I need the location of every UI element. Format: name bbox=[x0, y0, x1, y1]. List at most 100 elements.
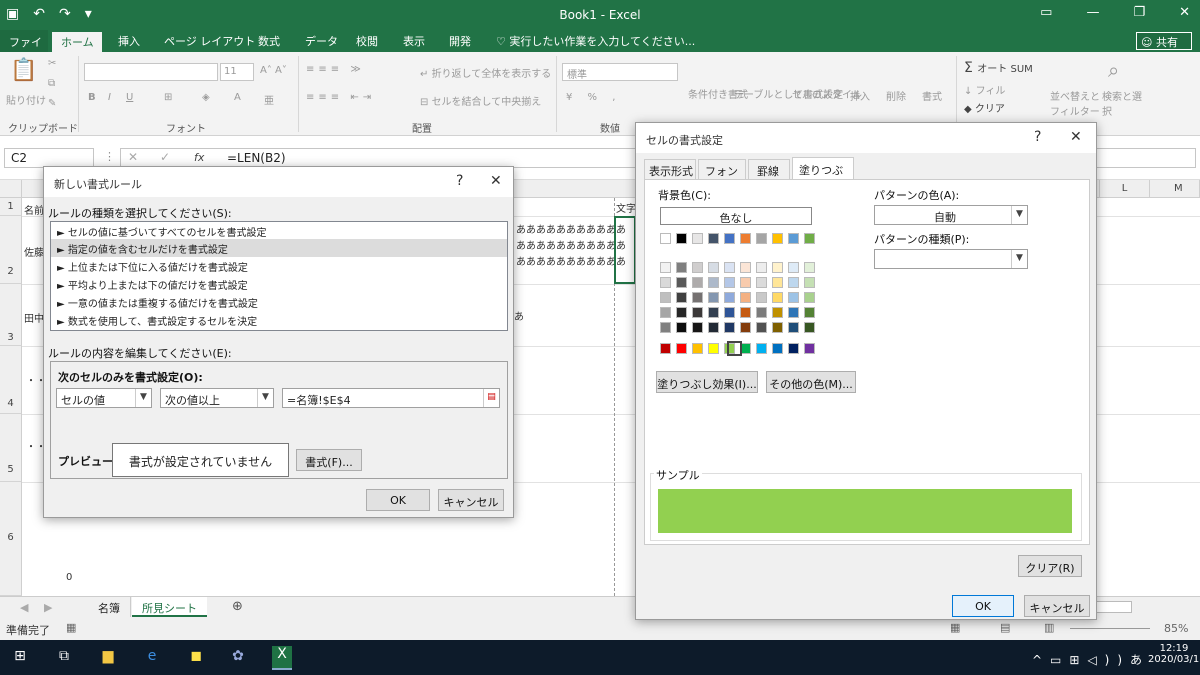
tell-me-box[interactable]: ♡ 実行したい作業を入力してください... bbox=[496, 33, 695, 49]
scroll-tabs-right-icon[interactable]: ▶ bbox=[44, 601, 52, 614]
color-swatch[interactable] bbox=[756, 233, 767, 244]
insert-cells-button[interactable]: 挿入 bbox=[850, 88, 870, 103]
color-swatch[interactable] bbox=[708, 262, 719, 273]
tab-view[interactable]: 表示 bbox=[403, 33, 425, 49]
standard-color-swatch[interactable] bbox=[788, 343, 799, 354]
color-palette[interactable] bbox=[660, 233, 820, 343]
color-swatch[interactable] bbox=[724, 322, 735, 333]
color-swatch[interactable] bbox=[660, 322, 671, 333]
paint-icon[interactable]: ✿ bbox=[228, 648, 248, 668]
rule-type-list[interactable]: ► セルの値に基づいてすべてのセルを書式設定 ► 指定の値を含むセルだけを書式設… bbox=[50, 221, 508, 331]
color-swatch[interactable] bbox=[772, 277, 783, 288]
tab-fill[interactable]: 塗りつぶし bbox=[792, 157, 854, 193]
task-view-icon[interactable]: ⧉ bbox=[54, 648, 74, 668]
row-header-3[interactable]: 3 bbox=[0, 284, 22, 346]
sheet-tab-remarks[interactable]: 所見シート bbox=[132, 597, 207, 617]
color-swatch[interactable] bbox=[692, 277, 703, 288]
scroll-tabs-left-icon[interactable]: ◀ bbox=[20, 601, 28, 614]
rule-type-item[interactable]: ► 平均より上または下の値だけを書式設定 bbox=[51, 275, 507, 293]
cell-a2[interactable]: 佐藤 bbox=[24, 244, 44, 259]
pattern-color-select[interactable]: 自動 ▼ bbox=[874, 205, 1028, 225]
standard-color-swatch[interactable] bbox=[676, 343, 687, 354]
standard-color-swatch[interactable] bbox=[660, 343, 671, 354]
format-cells-button[interactable]: 書式 bbox=[922, 88, 942, 103]
sheet-tab-roster[interactable]: 名簿 bbox=[88, 597, 131, 617]
fill-effects-button[interactable]: 塗りつぶし効果(I)... bbox=[656, 371, 758, 393]
align-top-icons[interactable]: ≡≡≡ ≫ bbox=[306, 64, 365, 75]
color-swatch[interactable] bbox=[756, 262, 767, 273]
row-header-4[interactable]: 4 bbox=[0, 346, 22, 414]
sticky-notes-icon[interactable]: ◼ bbox=[186, 648, 206, 668]
tab-home[interactable]: ホーム bbox=[52, 32, 102, 52]
ok-button[interactable]: OK bbox=[952, 595, 1014, 617]
tab-review[interactable]: 校閲 bbox=[356, 33, 378, 49]
ok-button[interactable]: OK bbox=[366, 489, 430, 511]
cancel-button[interactable]: キャンセル bbox=[438, 489, 504, 511]
underline-icon[interactable]: U bbox=[126, 92, 133, 103]
color-swatch[interactable] bbox=[708, 307, 719, 318]
color-swatch[interactable] bbox=[676, 233, 687, 244]
merge-center-button[interactable]: ⊟ セルを結合して中央揃え bbox=[420, 93, 541, 108]
color-swatch[interactable] bbox=[660, 307, 671, 318]
zoom-level[interactable]: 85% bbox=[1164, 622, 1188, 635]
row-header-6[interactable]: 6 bbox=[0, 482, 22, 596]
bold-icon[interactable]: B bbox=[88, 92, 96, 103]
tab-border[interactable]: 罫線 bbox=[748, 159, 790, 179]
rule-type-item[interactable]: ► 上位または下位に入る値だけを書式設定 bbox=[51, 257, 507, 275]
tab-page-layout[interactable]: ページ レイアウト bbox=[164, 33, 255, 49]
color-swatch[interactable] bbox=[804, 307, 815, 318]
standard-color-swatch[interactable] bbox=[708, 343, 719, 354]
more-colors-button[interactable]: その他の色(M)... bbox=[766, 371, 856, 393]
color-swatch[interactable] bbox=[740, 307, 751, 318]
color-swatch[interactable] bbox=[788, 233, 799, 244]
tab-data[interactable]: データ bbox=[305, 33, 338, 49]
autosum-button[interactable]: Σ オート SUM bbox=[964, 60, 1033, 76]
rule-type-item-selected[interactable]: ► 指定の値を含むセルだけを書式設定 bbox=[51, 239, 507, 257]
phonetic-icon[interactable]: 亜 bbox=[264, 92, 274, 107]
color-swatch[interactable] bbox=[740, 262, 751, 273]
color-swatch[interactable] bbox=[804, 233, 815, 244]
color-swatch[interactable] bbox=[756, 292, 767, 303]
color-swatch[interactable] bbox=[772, 292, 783, 303]
active-cell-c2[interactable] bbox=[614, 216, 636, 284]
tab-formulas[interactable]: 数式 bbox=[258, 33, 280, 49]
file-explorer-icon[interactable]: ▆ bbox=[98, 648, 118, 668]
confirm-entry-icon[interactable]: ✓ bbox=[160, 150, 170, 164]
copy-icon[interactable]: ⧉ bbox=[48, 78, 55, 89]
horizontal-scrollbar[interactable] bbox=[1096, 601, 1132, 613]
color-swatch[interactable] bbox=[692, 292, 703, 303]
color-swatch[interactable] bbox=[724, 233, 735, 244]
color-swatch[interactable] bbox=[708, 292, 719, 303]
color-swatch[interactable] bbox=[756, 277, 767, 288]
tab-developer[interactable]: 開発 bbox=[449, 33, 471, 49]
color-swatch[interactable] bbox=[660, 277, 671, 288]
fill-color-icon[interactable]: ◈ bbox=[202, 92, 210, 103]
edge-icon[interactable]: e bbox=[142, 648, 162, 668]
color-swatch[interactable] bbox=[724, 277, 735, 288]
column-header-m[interactable]: M bbox=[1150, 180, 1200, 198]
color-swatch[interactable] bbox=[660, 292, 671, 303]
zoom-slider[interactable] bbox=[1070, 628, 1150, 629]
color-swatch[interactable] bbox=[676, 277, 687, 288]
number-format-select[interactable]: 標準 bbox=[562, 63, 678, 81]
rule-type-item[interactable]: ► 数式を使用して、書式設定するセルを決定 bbox=[51, 311, 507, 329]
color-swatch[interactable] bbox=[740, 277, 751, 288]
standard-color-swatch[interactable] bbox=[804, 343, 815, 354]
color-swatch[interactable] bbox=[788, 262, 799, 273]
format-painter-icon[interactable]: ✎ bbox=[48, 98, 56, 109]
color-swatch[interactable] bbox=[692, 233, 703, 244]
color-swatch[interactable] bbox=[724, 307, 735, 318]
color-swatch[interactable] bbox=[772, 307, 783, 318]
color-swatch[interactable] bbox=[740, 322, 751, 333]
tab-insert[interactable]: 挿入 bbox=[118, 33, 140, 49]
restore-icon[interactable]: ❐ bbox=[1133, 5, 1145, 20]
page-layout-view-icon[interactable]: ▤ bbox=[1000, 621, 1010, 634]
cell-a1[interactable]: 名前 bbox=[24, 202, 44, 217]
dialog-close-icon[interactable]: ✕ bbox=[490, 173, 502, 189]
range-picker-icon[interactable]: ▤ bbox=[483, 389, 499, 407]
italic-icon[interactable]: I bbox=[108, 92, 111, 103]
color-swatch[interactable] bbox=[676, 262, 687, 273]
cut-icon[interactable]: ✂ bbox=[48, 58, 56, 69]
standard-color-swatch[interactable] bbox=[756, 343, 767, 354]
page-break-view-icon[interactable]: ▥ bbox=[1044, 621, 1054, 634]
